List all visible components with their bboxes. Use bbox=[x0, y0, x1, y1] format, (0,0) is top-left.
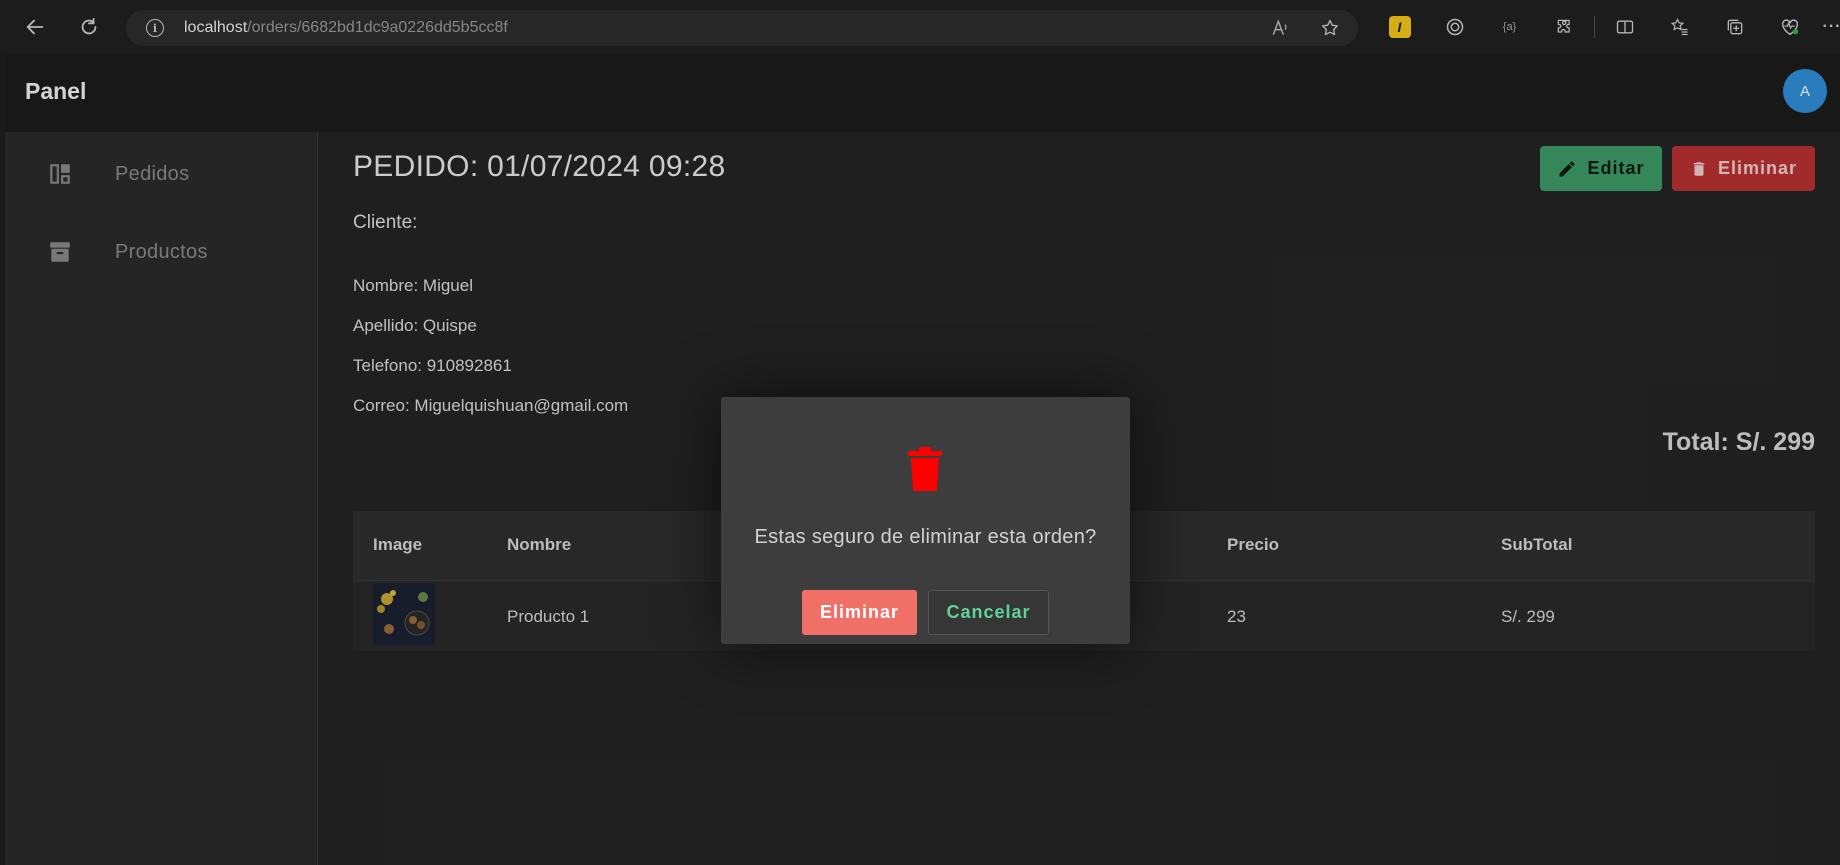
confirm-delete-button[interactable]: Eliminar bbox=[802, 590, 917, 635]
trash-icon bbox=[908, 447, 942, 491]
confirm-delete-dialog: Estas seguro de eliminar esta orden? Eli… bbox=[721, 397, 1130, 644]
cancel-button[interactable]: Cancelar bbox=[928, 590, 1049, 635]
dialog-message: Estas seguro de eliminar esta orden? bbox=[754, 526, 1097, 548]
modal-backdrop[interactable]: Estas seguro de eliminar esta orden? Eli… bbox=[0, 0, 1840, 865]
